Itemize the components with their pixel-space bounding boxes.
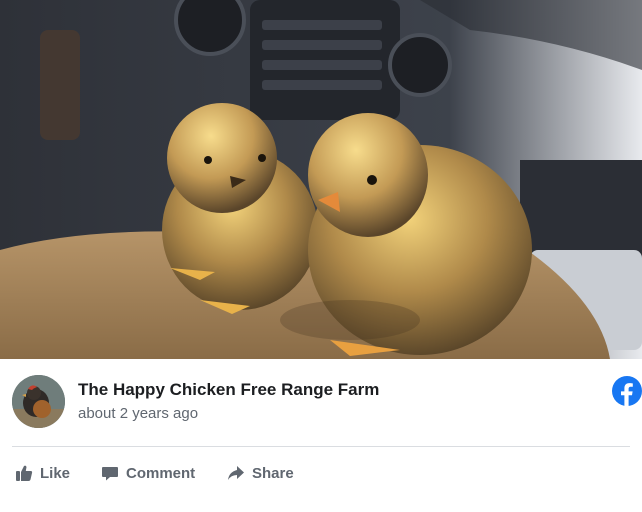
post-header [0,359,642,445]
share-label: Share [252,464,294,482]
facebook-post-card: The Happy Chicken Free Range Farm about … [0,0,642,512]
page-avatar[interactable] [12,375,65,428]
action-divider [12,446,630,447]
post-timestamp[interactable]: about 2 years ago [78,405,198,422]
comment-label: Comment [126,464,196,482]
comment-icon [100,463,120,483]
chicken-avatar-icon [12,375,65,428]
post-photo[interactable] [0,0,642,359]
comment-button[interactable]: Comment [100,460,195,486]
facebook-icon[interactable] [612,376,642,406]
share-button[interactable]: Share [226,460,294,486]
thumbs-up-icon [14,463,34,483]
chicks-photo-illustration [0,0,642,359]
like-label: Like [40,464,71,482]
share-arrow-icon [226,463,246,483]
page-name[interactable]: The Happy Chicken Free Range Farm [78,380,379,400]
like-button[interactable]: Like [14,460,70,486]
